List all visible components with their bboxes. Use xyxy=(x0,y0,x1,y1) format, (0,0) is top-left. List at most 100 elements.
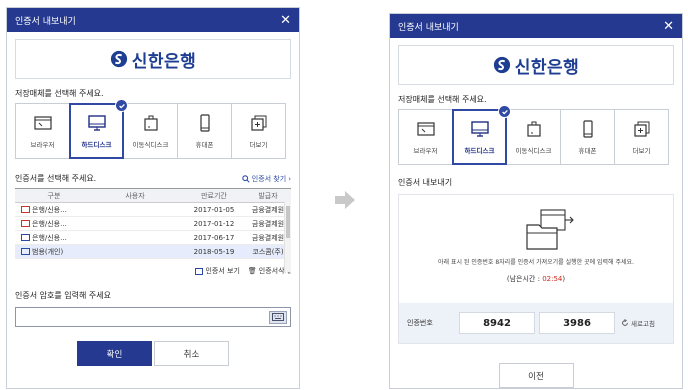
export-panel: 아래 표시 된 인증번호 8자리를 인증서 가져오기를 실행한 곳에 입력해 주… xyxy=(398,194,674,344)
cert-user xyxy=(87,230,183,245)
usb-icon xyxy=(143,115,158,131)
table-row[interactable]: 은행/신용... 2017-06-17 금융결제원 xyxy=(15,230,291,245)
check-icon xyxy=(115,99,128,112)
scrollbar[interactable] xyxy=(284,202,291,272)
media-label: 휴대폰 xyxy=(578,147,597,155)
media-browser[interactable]: 브라우저 xyxy=(398,109,453,165)
media-selector: 브라우저 하드디스크 이동식디스크 휴대폰 더보기 xyxy=(398,105,682,165)
cert-list: 구분 사용자 만료기간 발급자 은행/신용... 2017-01-05 금융결제… xyxy=(15,188,291,272)
dialog-title: 인증서 내보내기 xyxy=(398,22,459,33)
cert-user xyxy=(87,216,183,231)
media-usb[interactable]: 이동식디스크 xyxy=(506,109,561,165)
phone-icon xyxy=(199,114,210,132)
prev-button[interactable]: 이전 xyxy=(498,363,574,388)
ok-button[interactable]: 확인 xyxy=(77,341,152,366)
cert-type: 은행/신용... xyxy=(32,205,67,214)
check-icon xyxy=(498,105,511,118)
search-icon xyxy=(242,174,250,183)
media-label: 하드디스크 xyxy=(464,147,495,155)
browser-icon xyxy=(416,122,435,136)
bank-logo-box: 신한은행 xyxy=(15,39,291,79)
close-icon[interactable]: ✕ xyxy=(663,20,674,33)
timer-label: (남은시간 : xyxy=(506,275,543,283)
media-label: 이동식디스크 xyxy=(132,141,169,149)
scrollbar-thumb[interactable] xyxy=(286,206,290,238)
media-prompt: 저장매체를 선택해 주세요. xyxy=(15,89,104,98)
media-label: 더보기 xyxy=(632,147,651,155)
folder-export-icon xyxy=(526,209,574,250)
table-row[interactable]: 은행/신용... 2017-01-12 금융결제원 xyxy=(15,216,291,231)
col-header: 사용자 xyxy=(87,188,183,203)
col-header: 구분 xyxy=(15,188,87,203)
media-more[interactable]: 더보기 xyxy=(614,109,669,165)
refresh-label: 새로고침 xyxy=(631,320,655,328)
timer-value: 02:54 xyxy=(542,275,563,283)
dialog-title: 인증서 내보내기 xyxy=(15,16,76,27)
media-harddisk[interactable]: 하드디스크 xyxy=(69,99,128,159)
browser-icon xyxy=(33,116,52,130)
media-prompt: 저장매체를 선택해 주세요. xyxy=(398,95,487,104)
cancel-button[interactable]: 취소 xyxy=(154,341,229,366)
usb-icon xyxy=(526,121,541,137)
cert-search-link[interactable]: 인증서 찾기 › xyxy=(242,174,291,184)
cert-expire: 2017-06-17 xyxy=(183,230,245,245)
media-browser[interactable]: 브라우저 xyxy=(15,103,70,159)
cert-expire: 2017-01-05 xyxy=(183,202,245,217)
refresh-icon xyxy=(622,319,628,326)
cert-export-dialog-left: 인증서 내보내기 ✕ 신한은행 저장매체를 선택해 주세요. 브라우저 하드디스… xyxy=(6,7,300,389)
media-label: 휴대폰 xyxy=(195,141,214,149)
shinhan-logo-mark xyxy=(110,50,127,68)
trash-icon: 🗑 xyxy=(247,267,257,275)
cert-search-label: 인증서 찾기 xyxy=(251,174,287,183)
title-bar: 인증서 내보내기 ✕ xyxy=(7,8,299,32)
cert-user xyxy=(87,244,183,259)
media-label: 브라우저 xyxy=(30,141,55,149)
cert-type: 은행/신용... xyxy=(32,233,67,242)
cert-expire: 2017-01-12 xyxy=(183,216,245,231)
close-icon[interactable]: ✕ xyxy=(280,14,291,27)
export-title: 인증서 내보내기 xyxy=(398,178,453,187)
view-cert-button[interactable]: 인증서 보기 xyxy=(195,266,240,276)
table-row-selected[interactable]: 범용(개인) 2018-05-19 코스콤(주) xyxy=(15,244,291,259)
cert-icon xyxy=(21,206,30,213)
table-row[interactable]: 은행/신용... 2017-01-05 금융결제원 xyxy=(15,202,291,217)
cert-type: 은행/신용... xyxy=(32,219,67,228)
auth-code-label: 인증번호 xyxy=(407,319,433,327)
cert-prompt: 인증서를 선택해 주세요. xyxy=(15,174,97,183)
media-phone[interactable]: 휴대폰 xyxy=(560,109,615,165)
cert-export-dialog-right: 인증서 내보내기 ✕ 신한은행 저장매체를 선택해 주세요. 브라우저 하드디스… xyxy=(389,13,683,389)
chevron-right-icon: › xyxy=(288,174,291,183)
media-usb[interactable]: 이동식디스크 xyxy=(123,103,178,159)
pw-prompt: 인증서 암호를 입력해 주세요 xyxy=(15,291,111,300)
timer-end: ) xyxy=(562,275,566,283)
cert-icon xyxy=(21,220,30,227)
bank-logo-box: 신한은행 xyxy=(398,45,674,85)
cert-type: 범용(개인) xyxy=(32,247,64,256)
media-more[interactable]: 더보기 xyxy=(231,103,286,159)
auth-code-row: 인증번호 8942 3986 새로고침 xyxy=(399,303,673,343)
shinhan-logo-mark xyxy=(493,56,510,74)
cert-user xyxy=(87,202,183,217)
media-label: 더보기 xyxy=(249,141,268,149)
bank-logo-text: 신한은행 xyxy=(514,57,580,78)
col-header: 만료기간 xyxy=(183,188,245,203)
password-input[interactable] xyxy=(15,307,291,327)
media-harddisk[interactable]: 하드디스크 xyxy=(452,105,511,165)
keyboard-icon[interactable] xyxy=(269,310,287,324)
media-phone[interactable]: 휴대폰 xyxy=(177,103,232,159)
export-description: 아래 표시 된 인증번호 8자리를 인증서 가져오기를 실행한 곳에 입력해 주… xyxy=(438,259,634,266)
view-cert-label: 인증서 보기 xyxy=(205,267,240,275)
media-selector: 브라우저 하드디스크 이동식디스크 휴대폰 더보기 xyxy=(15,99,299,159)
cert-table: 구분 사용자 만료기간 발급자 은행/신용... 2017-01-05 금융결제… xyxy=(15,188,291,259)
auth-code-part1: 8942 xyxy=(459,312,535,334)
cert-icon xyxy=(21,234,30,241)
media-label: 하드디스크 xyxy=(81,141,112,149)
view-cert-icon xyxy=(195,267,204,275)
title-bar: 인증서 내보내기 ✕ xyxy=(390,14,682,38)
refresh-button[interactable]: 새로고침 xyxy=(621,318,655,328)
media-label: 이동식디스크 xyxy=(515,147,552,155)
more-icon xyxy=(250,115,266,131)
monitor-icon xyxy=(470,121,489,137)
table-header: 구분 사용자 만료기간 발급자 xyxy=(15,188,291,203)
arrow-right-icon xyxy=(335,191,355,209)
